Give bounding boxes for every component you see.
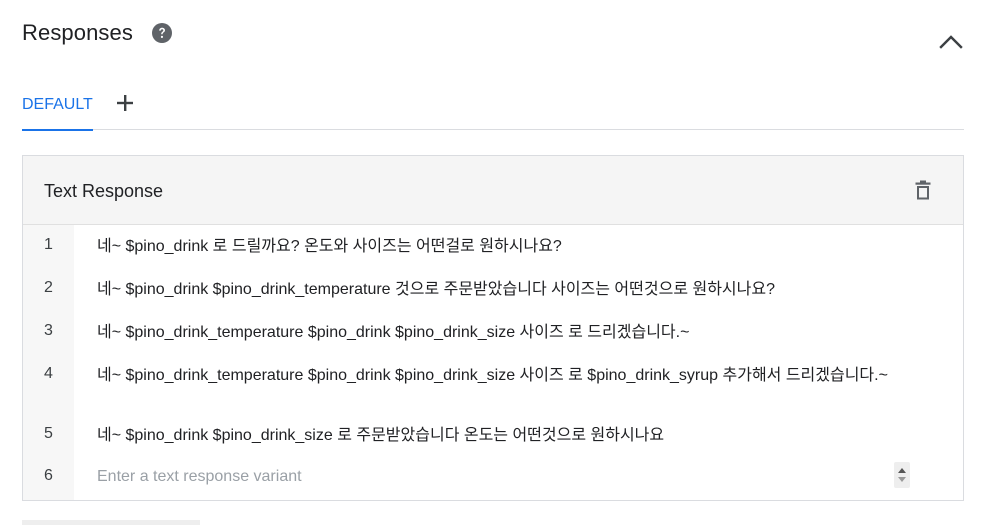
row-number: 6 [44, 467, 53, 484]
response-text[interactable]: 네~ $pino_drink 로 드릴까요? 온도와 사이즈는 어떤걸로 원하시… [97, 236, 927, 257]
response-text[interactable]: 네~ $pino_drink_temperature $pino_drink $… [97, 322, 927, 343]
responses-panel: Responses DEFAULT Text Response 1 네~ $pi… [0, 0, 1000, 525]
chevron-up-icon[interactable] [938, 32, 964, 52]
new-response-input[interactable] [97, 465, 897, 489]
scroll-stepper[interactable] [894, 462, 910, 488]
text-response-card: Text Response 1 네~ $pino_drink 로 드릴까요? 온… [22, 155, 964, 501]
response-text[interactable]: 네~ $pino_drink $pino_drink_temperature 것… [97, 279, 927, 300]
row-number: 3 [44, 322, 53, 339]
tab-default[interactable]: DEFAULT [22, 90, 93, 131]
stepper-down-icon[interactable] [898, 477, 906, 482]
trash-icon[interactable] [915, 180, 931, 200]
section-title: Responses [22, 20, 133, 45]
response-tabs: DEFAULT [22, 90, 964, 131]
response-text[interactable]: 네~ $pino_drink $pino_drink_size 로 주문받았습니… [97, 425, 927, 446]
responses-header: Responses [22, 20, 172, 46]
line-number-gutter [23, 225, 74, 500]
add-response-button-partial[interactable] [22, 520, 200, 525]
card-title: Text Response [44, 181, 164, 201]
row-number: 4 [44, 365, 53, 382]
stepper-up-icon[interactable] [898, 468, 906, 473]
row-number: 2 [44, 279, 53, 296]
response-text[interactable]: 네~ $pino_drink_temperature $pino_drink $… [97, 365, 927, 386]
row-number: 5 [44, 425, 53, 442]
row-number: 1 [44, 236, 53, 253]
plus-icon[interactable] [116, 94, 134, 112]
card-header: Text Response [23, 156, 963, 225]
help-circle-icon[interactable] [151, 23, 172, 43]
